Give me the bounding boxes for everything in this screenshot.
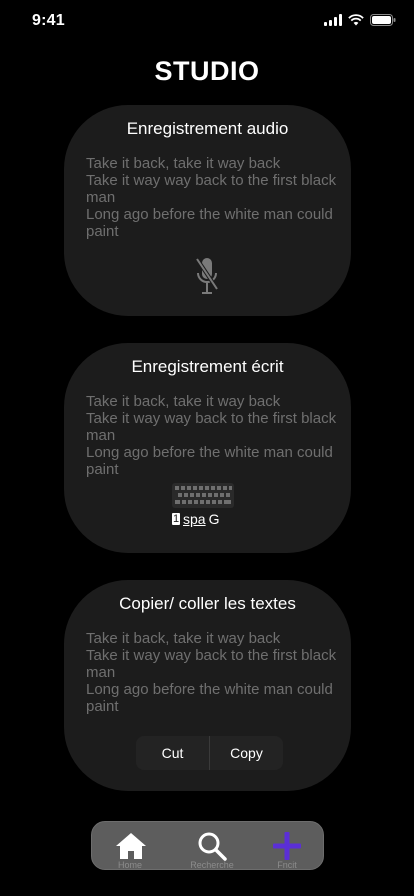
home-icon <box>116 833 146 859</box>
status-time: 9:41 <box>32 12 65 29</box>
lyrics-line: Take it way way back to the first black … <box>86 647 337 681</box>
tab-label: Recherche <box>190 860 234 870</box>
audio-recording-card[interactable]: Enregistrement audio Take it back, take … <box>64 105 351 316</box>
tab-create[interactable]: Fncit <box>257 822 317 871</box>
keyboard-icon[interactable] <box>172 483 234 508</box>
lyrics-line: Long ago before the white man could pain… <box>86 444 333 478</box>
status-bar: 9:41 <box>0 0 414 44</box>
status-icons <box>324 14 396 26</box>
copy-button[interactable]: Copy <box>210 736 283 770</box>
lyrics-line: Long ago before the white man could pain… <box>86 206 333 240</box>
card-title: Enregistrement écrit <box>131 357 284 376</box>
edit-menu: Cut Copy <box>136 736 283 770</box>
battery-icon <box>370 14 396 26</box>
lyrics-line: Take it back, take it way back <box>86 155 281 172</box>
tab-bar: Home Recherche Fncit <box>91 821 324 870</box>
card-title: Copier/ coller les textes <box>119 594 296 613</box>
keyboard-key[interactable]: G <box>209 511 220 527</box>
copy-paste-card[interactable]: Copier/ coller les textes Take it back, … <box>64 580 351 791</box>
tab-home[interactable]: Home <box>100 822 160 871</box>
tab-label: Fncit <box>277 860 297 870</box>
lyrics-text: Take it back, take it way back Take it w… <box>86 393 348 478</box>
microphone-off-icon[interactable] <box>192 255 222 297</box>
lyrics-text: Take it back, take it way back Take it w… <box>86 155 348 240</box>
keyboard-key[interactable]: 1 <box>172 513 180 525</box>
lyrics-line: Long ago before the white man could pain… <box>86 681 333 715</box>
written-recording-card[interactable]: Enregistrement écrit Take it back, take … <box>64 343 351 553</box>
keyboard-key-row: 1 spa G <box>172 511 219 527</box>
lyrics-line: Take it way way back to the first black … <box>86 410 337 444</box>
wifi-icon <box>348 14 364 26</box>
lyrics-line: Take it way way back to the first black … <box>86 172 337 206</box>
studio-screen: 9:41 STUDIO Enregistrement audio Take it… <box>0 0 414 896</box>
page-title: STUDIO <box>154 56 260 86</box>
plus-icon <box>273 832 301 860</box>
space-key[interactable]: spa <box>183 511 206 527</box>
lyrics-line: Take it back, take it way back <box>86 630 281 647</box>
card-title: Enregistrement audio <box>126 119 289 138</box>
lyrics-line: Take it back, take it way back <box>86 393 281 410</box>
lyrics-text: Take it back, take it way back Take it w… <box>86 630 348 715</box>
tab-search[interactable]: Recherche <box>182 822 242 871</box>
signal-icon <box>324 14 342 26</box>
cut-button[interactable]: Cut <box>136 736 209 770</box>
tab-label: Home <box>117 860 142 870</box>
search-icon <box>198 832 227 861</box>
